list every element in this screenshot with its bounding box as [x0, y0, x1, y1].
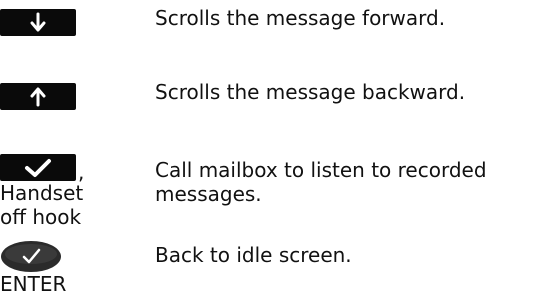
- checkmark-icon: [25, 159, 51, 177]
- row-scroll-backward: Scrolls the message backward.: [0, 80, 557, 110]
- enter-key-label: ENTER: [0, 272, 67, 296]
- description-scroll-backward: Scrolls the message backward.: [155, 80, 466, 104]
- arrow-down-icon: [30, 12, 46, 32]
- check-key-button: [0, 154, 76, 181]
- handset-off-hook-label: Handset off hook: [0, 181, 84, 229]
- row-scroll-forward: Scrolls the message forward.: [0, 6, 557, 36]
- row-call-mailbox: , Handset off hook Call mailbox to liste…: [0, 151, 557, 231]
- up-key-button: [0, 83, 76, 110]
- row-back-idle: ENTER Back to idle screen.: [0, 240, 557, 296]
- description-scroll-forward: Scrolls the message forward.: [155, 6, 446, 30]
- enter-check-icon: [1, 241, 61, 272]
- arrow-up-icon: [30, 87, 46, 107]
- description-back-idle: Back to idle screen.: [155, 243, 352, 267]
- down-key-button: [0, 9, 76, 36]
- description-call-mailbox: Call mailbox to listen to recorded messa…: [155, 158, 487, 206]
